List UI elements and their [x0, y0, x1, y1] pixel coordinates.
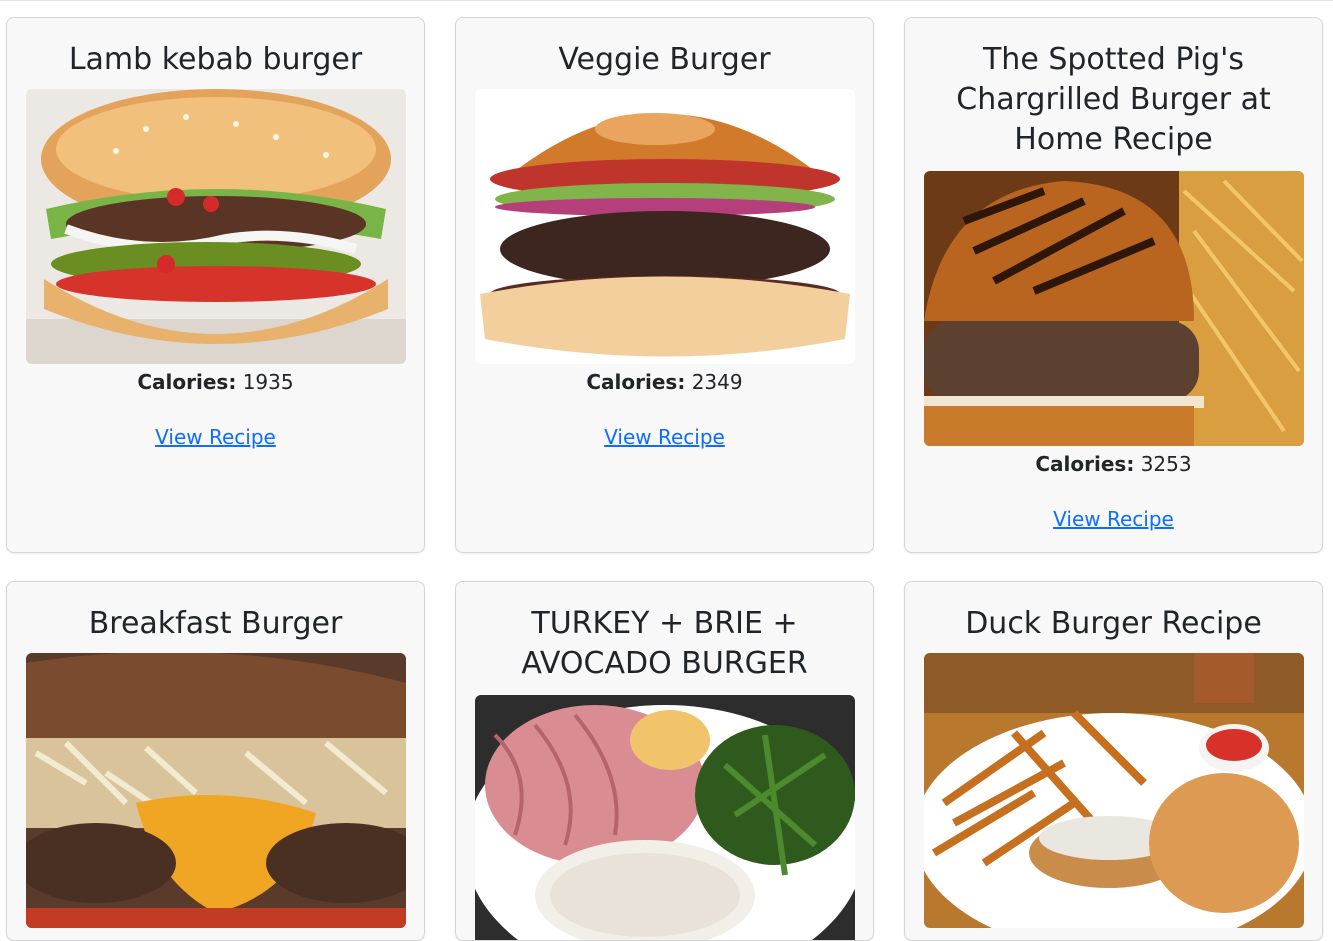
recipe-title: The Spotted Pig's Chargrilled Burger at …: [956, 42, 1271, 157]
recipe-card: Lamb kebab burger Calories: 1935 View Re…: [6, 17, 425, 553]
calories-text: Calories: 2349: [586, 370, 743, 394]
calories-text: Calories: 1935: [137, 370, 294, 394]
calories-text: Calories: 3253: [1035, 452, 1192, 476]
view-recipe-link[interactable]: View Recipe: [1053, 505, 1174, 533]
recipe-title: Lamb kebab burger: [68, 42, 363, 77]
recipe-card: The Spotted Pig's Chargrilled Burger at …: [904, 17, 1323, 553]
recipe-card: Veggie Burger Calories: 2349 View Recipe: [455, 17, 874, 553]
view-recipe-link[interactable]: View Recipe: [155, 423, 276, 451]
calories-value: 1935: [242, 370, 294, 394]
recipe-card: Duck Burger Recipe: [904, 581, 1323, 941]
recipe-image: [923, 171, 1304, 446]
recipe-image: [474, 89, 855, 364]
calories-value: 2349: [691, 370, 743, 394]
calories-value: 3253: [1140, 452, 1192, 476]
recipe-image: [25, 89, 406, 364]
view-recipe-link[interactable]: View Recipe: [604, 423, 725, 451]
recipe-title: Breakfast Burger: [88, 606, 343, 641]
recipe-image: [25, 653, 406, 928]
recipe-image: [923, 653, 1304, 928]
recipe-card: TURKEY + BRIE + AVOCADO BURGER: [455, 581, 874, 941]
recipe-title: Duck Burger Recipe: [965, 606, 1262, 641]
recipe-title: TURKEY + BRIE + AVOCADO BURGER: [521, 606, 808, 681]
top-divider: [0, 0, 1333, 1]
recipe-title: Veggie Burger: [558, 42, 771, 77]
recipe-card: Breakfast Burger: [6, 581, 425, 941]
recipe-image: [474, 695, 855, 940]
